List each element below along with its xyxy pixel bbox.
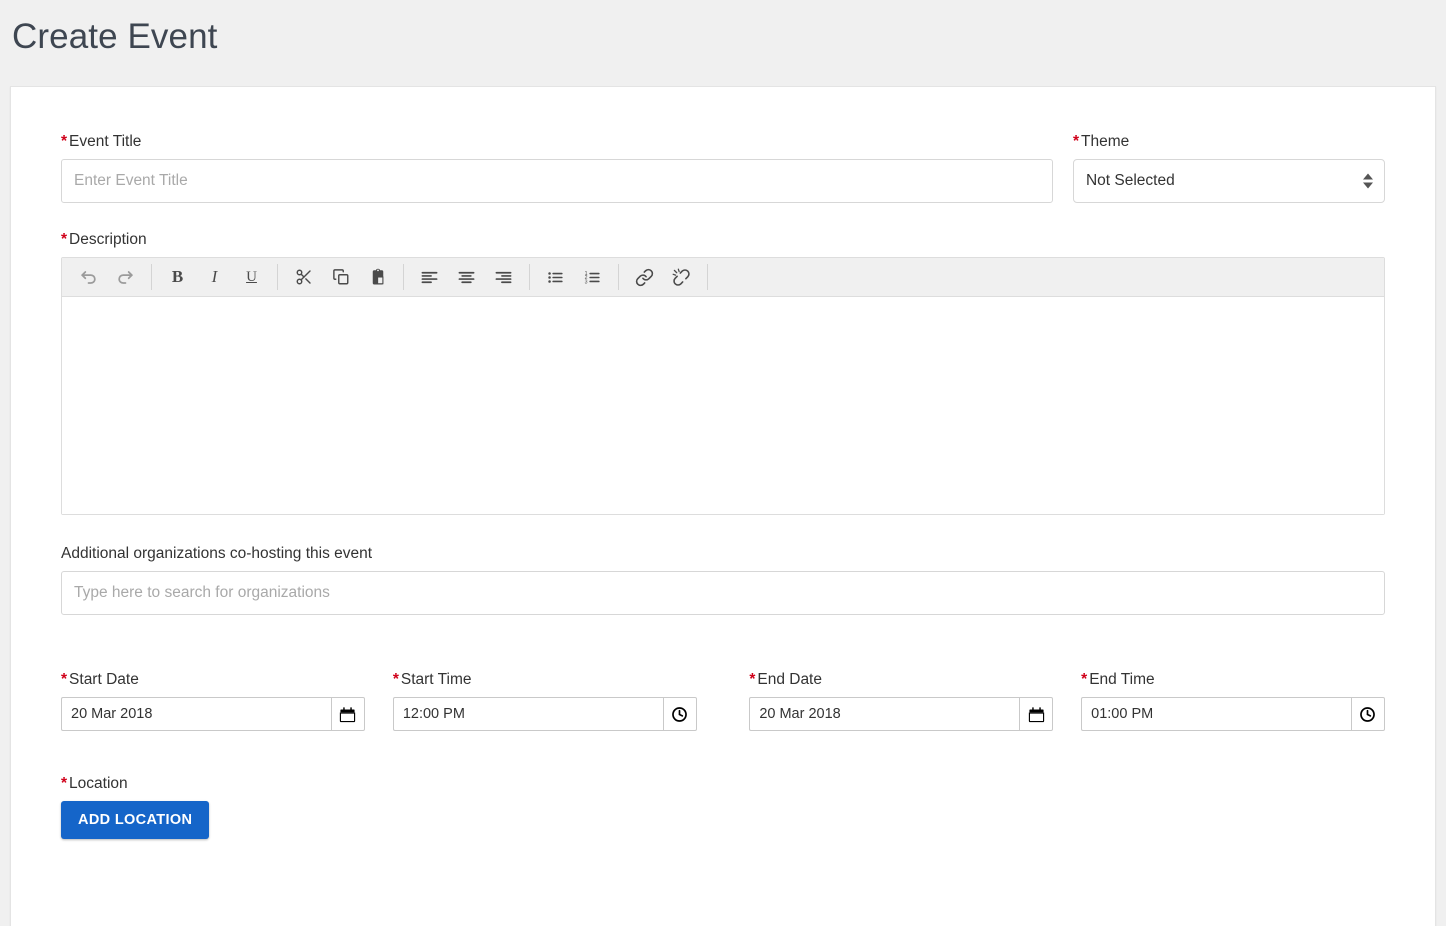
theme-select-wrap: Not Selected bbox=[1072, 159, 1385, 203]
align-left-icon[interactable] bbox=[414, 262, 445, 293]
start-date-field-group: * Start Date bbox=[61, 671, 365, 731]
page-title: Create Event bbox=[12, 17, 218, 56]
create-event-form: *Event Title *Theme Not Selected bbox=[11, 87, 1435, 839]
create-event-card: *Event Title *Theme Not Selected bbox=[10, 86, 1436, 926]
toolbar-separator bbox=[618, 264, 619, 290]
rich-text-editor: B I U 1 2 3 bbox=[61, 257, 1385, 515]
description-field-group: * Description B I U 1 2 3 bbox=[61, 231, 1385, 515]
event-title-input[interactable] bbox=[61, 159, 1053, 203]
italic-icon[interactable]: I bbox=[199, 262, 230, 293]
theme-label-text: Theme bbox=[1081, 133, 1130, 150]
toolbar-separator bbox=[277, 264, 278, 290]
paste-icon[interactable] bbox=[362, 262, 393, 293]
required-asterisk: * bbox=[61, 133, 68, 150]
cut-icon[interactable] bbox=[288, 262, 319, 293]
calendar-icon[interactable] bbox=[1019, 697, 1054, 731]
bulleted-list-icon[interactable] bbox=[540, 262, 571, 293]
clock-icon[interactable] bbox=[662, 697, 697, 731]
event-title-label: * Event Title bbox=[61, 133, 1053, 151]
cohost-field-group: Additional organizations co-hosting this… bbox=[61, 545, 1385, 615]
start-time-label-text: Start Time bbox=[400, 671, 472, 688]
theme-select[interactable]: Not Selected bbox=[1072, 159, 1385, 203]
link-icon[interactable] bbox=[629, 262, 660, 293]
end-date-label-text: End Date bbox=[757, 671, 822, 688]
end-date-input[interactable] bbox=[749, 697, 1020, 731]
end-time-input[interactable] bbox=[1081, 697, 1351, 731]
theme-field-group: * Theme Not Selected bbox=[1072, 133, 1385, 203]
end-date-label: * End Date bbox=[749, 671, 1053, 689]
start-time-input[interactable] bbox=[392, 697, 663, 731]
title-theme-row: *Event Title *Theme Not Selected bbox=[61, 133, 1385, 203]
datetime-spacer bbox=[725, 671, 750, 731]
description-editor-body[interactable] bbox=[62, 297, 1384, 514]
page-header: Create Event bbox=[0, 0, 1446, 86]
svg-text:3: 3 bbox=[585, 279, 588, 285]
required-asterisk: * bbox=[1081, 671, 1088, 688]
bold-icon[interactable]: B bbox=[162, 262, 193, 293]
required-asterisk: * bbox=[392, 671, 399, 688]
datetime-row: *Start Date *Start Time bbox=[61, 671, 1385, 731]
end-time-field-group: * End Time bbox=[1081, 671, 1385, 731]
undo-icon[interactable] bbox=[73, 262, 104, 293]
required-asterisk: * bbox=[1072, 133, 1079, 150]
event-title-label-text: Event Title bbox=[69, 133, 142, 150]
clock-icon[interactable] bbox=[1350, 697, 1385, 731]
add-location-button[interactable]: ADD LOCATION bbox=[61, 801, 210, 839]
select-spinner-icon[interactable] bbox=[1363, 173, 1373, 189]
theme-label: * Theme bbox=[1073, 133, 1385, 151]
start-time-label: * Start Time bbox=[393, 671, 697, 689]
required-asterisk: * bbox=[61, 671, 68, 688]
redo-icon[interactable] bbox=[110, 262, 141, 293]
description-label-text: Description bbox=[69, 231, 147, 248]
copy-icon[interactable] bbox=[325, 262, 356, 293]
cohost-search-input[interactable] bbox=[61, 571, 1385, 615]
location-label-text: Location bbox=[69, 775, 128, 792]
underline-icon[interactable]: U bbox=[236, 262, 267, 293]
unlink-icon[interactable] bbox=[666, 262, 697, 293]
start-date-label-text: Start Date bbox=[69, 671, 139, 688]
editor-toolbar: B I U 1 2 3 bbox=[62, 258, 1384, 297]
numbered-list-icon[interactable]: 123 bbox=[577, 262, 608, 293]
end-time-label: * End Time bbox=[1081, 671, 1385, 689]
toolbar-separator bbox=[151, 264, 152, 290]
end-time-label-text: End Time bbox=[1089, 671, 1155, 688]
align-center-icon[interactable] bbox=[451, 262, 482, 293]
start-time-field-group: * Start Time bbox=[392, 671, 697, 731]
end-date-input-group bbox=[749, 697, 1054, 731]
theme-selected-value: Not Selected bbox=[1085, 172, 1175, 189]
toolbar-separator bbox=[529, 264, 530, 290]
align-right-icon[interactable] bbox=[488, 262, 519, 293]
calendar-icon[interactable] bbox=[330, 697, 365, 731]
start-time-input-group bbox=[392, 697, 697, 731]
end-date-field-group: * End Date bbox=[749, 671, 1054, 731]
event-title-field-group: * Event Title bbox=[61, 133, 1053, 203]
toolbar-separator bbox=[403, 264, 404, 290]
required-asterisk: * bbox=[749, 671, 756, 688]
end-time-input-group bbox=[1081, 697, 1385, 731]
description-label: * Description bbox=[61, 231, 1385, 249]
required-asterisk: * bbox=[61, 775, 68, 792]
start-date-input-group bbox=[61, 697, 365, 731]
toolbar-separator bbox=[707, 264, 708, 290]
location-field-group: * Location ADD LOCATION bbox=[61, 775, 1385, 839]
location-label: * Location bbox=[61, 775, 1385, 793]
start-date-input[interactable] bbox=[61, 697, 331, 731]
required-asterisk: * bbox=[61, 231, 68, 248]
start-date-label: * Start Date bbox=[61, 671, 365, 689]
cohost-label: Additional organizations co-hosting this… bbox=[61, 545, 373, 562]
